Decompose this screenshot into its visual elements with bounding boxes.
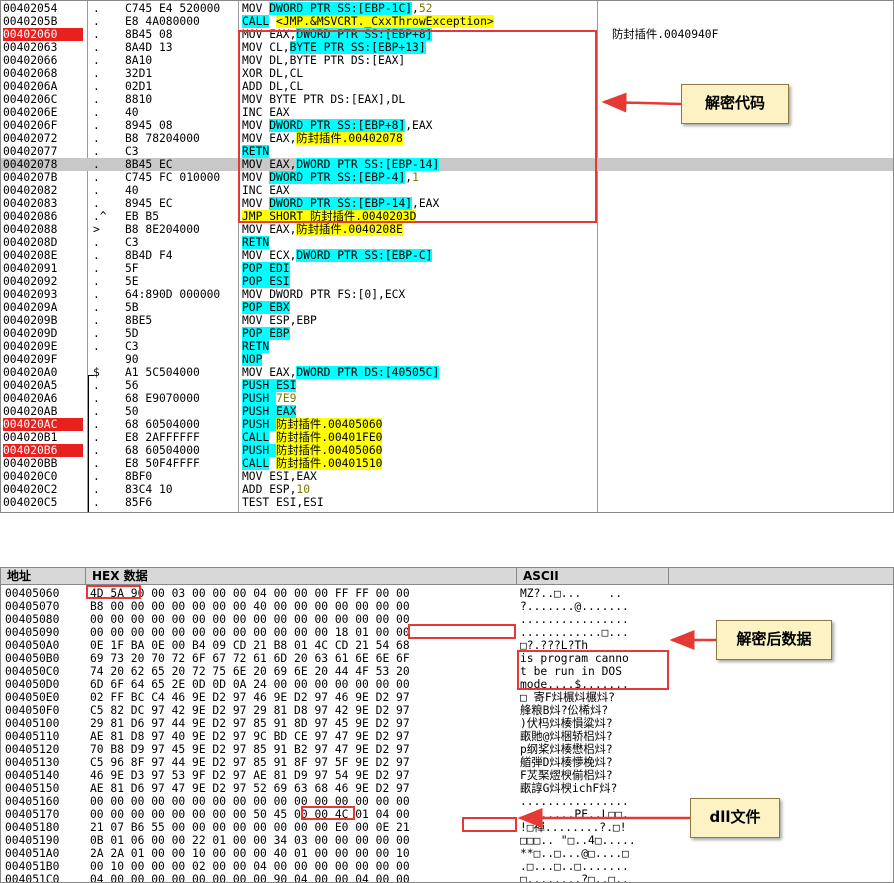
- annotation-arrows: [517, 92, 716, 828]
- arrow-to-decrypt-code: [601, 92, 682, 113]
